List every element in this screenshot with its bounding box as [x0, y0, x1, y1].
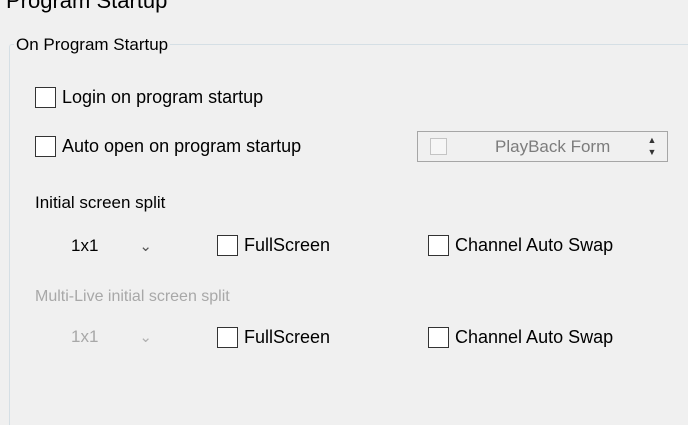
multilive-fullscreen-label: FullScreen — [244, 327, 331, 347]
multilive-fullscreen-checkbox[interactable] — [217, 327, 238, 348]
initial-fullscreen-option[interactable]: FullScreen — [217, 235, 330, 256]
chevron-down-icon: ⌄ — [139, 329, 152, 346]
spin-down-icon[interactable]: ▼ — [648, 148, 657, 157]
spin-updown-icon[interactable]: ▲ ▼ — [644, 136, 660, 157]
initial-auto-swap-option[interactable]: Channel Auto Swap — [428, 235, 613, 256]
initial-fullscreen-checkbox[interactable] — [217, 235, 238, 256]
form-picker-value: PlayBack Form — [495, 136, 611, 156]
initial-split-combo[interactable]: 1x1 ⌄ — [59, 231, 160, 261]
auto-open-checkbox[interactable] — [35, 136, 56, 157]
initial-split-combo-value: 1x1 — [71, 236, 99, 255]
initial-split-heading: Initial screen split — [35, 193, 166, 212]
multilive-split-combo[interactable]: 1x1 ⌄ — [59, 322, 160, 352]
multilive-split-heading: Multi-Live initial screen split — [35, 288, 230, 305]
multilive-auto-swap-option[interactable]: Channel Auto Swap — [428, 327, 613, 348]
multilive-fullscreen-option[interactable]: FullScreen — [217, 327, 330, 348]
chevron-down-icon: ⌄ — [139, 238, 152, 255]
multilive-auto-swap-checkbox[interactable] — [428, 327, 449, 348]
auto-open-option[interactable]: Auto open on program startup — [35, 136, 301, 157]
login-on-startup-checkbox[interactable] — [35, 87, 56, 108]
top-fragment-text: Program Startup — [6, 0, 168, 13]
top-fragment: Program Startup — [0, 0, 688, 22]
initial-auto-swap-label: Channel Auto Swap — [455, 235, 614, 255]
auto-open-label: Auto open on program startup — [62, 136, 302, 156]
spin-up-icon[interactable]: ▲ — [648, 136, 657, 145]
login-on-startup-label: Login on program startup — [62, 87, 264, 107]
form-picker-spinbox[interactable]: PlayBack Form ▲ ▼ — [417, 131, 668, 162]
form-picker-checkbox[interactable] — [430, 138, 447, 155]
multilive-split-combo-value: 1x1 — [71, 327, 99, 346]
initial-auto-swap-checkbox[interactable] — [428, 235, 449, 256]
initial-fullscreen-label: FullScreen — [244, 235, 331, 255]
login-on-startup-option[interactable]: Login on program startup — [35, 87, 263, 108]
groupbox-title: On Program Startup — [14, 35, 171, 55]
multilive-auto-swap-label: Channel Auto Swap — [455, 327, 614, 347]
